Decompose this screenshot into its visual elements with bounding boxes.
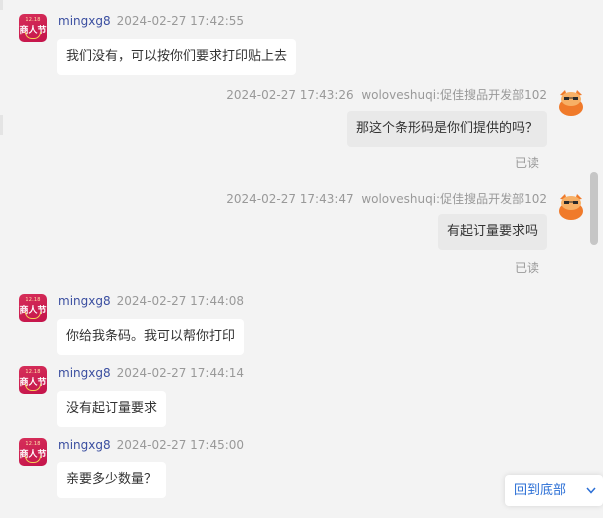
message-timestamp: 2024-02-27 17:45:00: [116, 438, 245, 452]
cat-avatar-icon[interactable]: [556, 86, 586, 116]
back-to-bottom-button[interactable]: 回到底部: [505, 475, 603, 506]
avatar[interactable]: 12.18 商人节: [19, 294, 47, 322]
message-meta: 2024-02-27 17:43:47 woloveshuqi:促佳搜品开发部1…: [226, 190, 547, 207]
avatar-ring-shape: [25, 312, 41, 319]
sender-name[interactable]: mingxg8: [58, 366, 111, 380]
message-timestamp: 2024-02-27 17:44:14: [116, 366, 245, 380]
scrollbar-thumb[interactable]: [590, 172, 598, 245]
message-meta: mingxg8 2024-02-27 17:44:08: [58, 294, 244, 308]
message-bubble[interactable]: 亲要多少数量？: [57, 462, 167, 498]
message-timestamp: 2024-02-27 17:43:26: [226, 88, 354, 102]
message-bubble[interactable]: 没有起订量要求: [57, 391, 167, 427]
message-timestamp: 2024-02-27 17:42:55: [116, 14, 245, 28]
sender-name[interactable]: woloveshuqi:促佳搜品开发部102: [361, 192, 547, 206]
avatar[interactable]: 12.18 商人节: [19, 438, 47, 466]
chevron-down-icon: [585, 475, 597, 518]
avatar[interactable]: 12.18 商人节: [19, 366, 47, 394]
sender-name[interactable]: mingxg8: [58, 294, 111, 308]
message-bubble[interactable]: 你给我条码。我可以帮你打印: [57, 319, 245, 355]
message-bubble[interactable]: 那这个条形码是你们提供的吗？: [346, 111, 547, 147]
chat-message-list[interactable]: 12.18 商人节 mingxg8 2024-02-27 17:42:55 我们没…: [0, 0, 603, 506]
message-bubble[interactable]: 我们没有，可以按你们要求打印贴上去: [57, 39, 297, 75]
message-meta: mingxg8 2024-02-27 17:42:55: [58, 14, 244, 28]
cat-avatar-icon[interactable]: [556, 190, 586, 220]
avatar[interactable]: 12.18 商人节: [19, 14, 47, 42]
avatar-ring-shape: [25, 456, 41, 463]
sender-name[interactable]: woloveshuqi:促佳搜品开发部102: [361, 88, 547, 102]
avatar-ring-shape: [25, 384, 41, 391]
avatar-ring-shape: [25, 32, 41, 39]
sender-name[interactable]: mingxg8: [58, 438, 111, 452]
message-meta: 2024-02-27 17:43:26 woloveshuqi:促佳搜品开发部1…: [226, 86, 547, 103]
read-status: 已读: [514, 156, 539, 170]
previous-bubble-edge: [0, 0, 3, 10]
message-meta: mingxg8 2024-02-27 17:44:14: [58, 366, 244, 380]
message-timestamp: 2024-02-27 17:43:47: [226, 192, 354, 206]
message-bubble[interactable]: 有起订量要求吗: [437, 214, 547, 250]
read-status: 已读: [514, 261, 539, 275]
back-to-bottom-label: 回到底部: [514, 483, 567, 498]
sender-name[interactable]: mingxg8: [58, 14, 111, 28]
message-meta: mingxg8 2024-02-27 17:45:00: [58, 438, 244, 452]
message-timestamp: 2024-02-27 17:44:08: [116, 294, 245, 308]
divider: [0, 115, 3, 135]
